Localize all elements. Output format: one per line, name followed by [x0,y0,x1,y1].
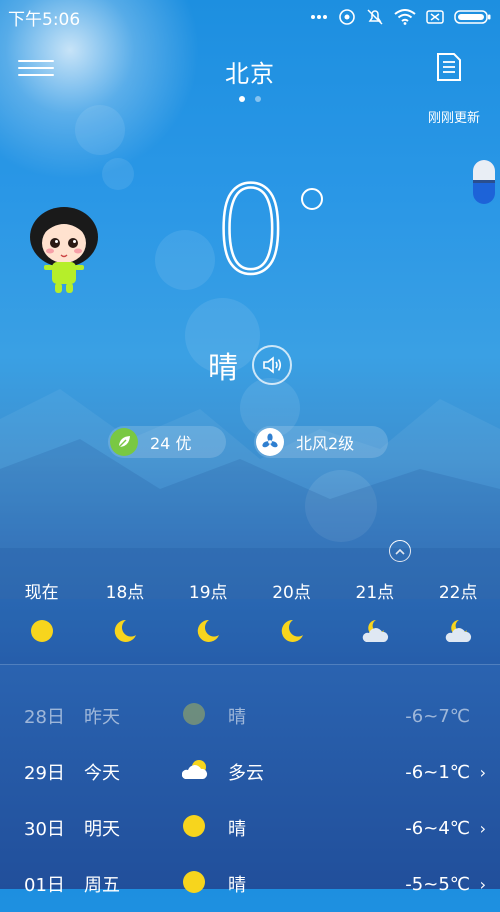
fan-icon [256,428,284,456]
aqi-value: 24 优 [150,434,192,453]
current-condition: 晴 [208,351,238,386]
chevron-right-icon: › [479,762,486,782]
speaker-button[interactable] [252,345,292,385]
sun-icon [182,814,206,843]
hour-item: 18点 [83,578,166,648]
hour-item: 19点 [167,578,250,648]
notification-dots-icon [310,14,328,20]
page-indicator [0,96,500,102]
daily-row[interactable]: 01日 周五 晴 -5~5℃ › [0,856,500,912]
battery-icon [454,9,492,25]
hour-item: 现在 [0,578,83,648]
no-sim-icon [426,10,444,24]
status-time: 下午5:06 [8,9,81,30]
hotspot-icon [338,8,356,26]
chevron-right-icon: › [479,818,486,838]
sun-icon [182,702,206,731]
wifi-icon [394,9,416,25]
moon-cloud-icon [416,618,499,648]
hour-item: 21点 [333,578,416,648]
news-icon[interactable] [436,52,462,82]
divider [0,664,500,665]
hour-item: 22点 [416,578,499,648]
status-bar: 下午5:06 [0,0,500,34]
moon-icon [83,618,166,648]
aqi-badge[interactable]: 24 优 [108,426,226,458]
daily-forecast: 28日 昨天 晴 -6~7℃ 29日 今天 多云 -6~1℃ › 30日 明天 … [0,688,500,912]
wind-badge[interactable]: 北风2级 [254,426,388,458]
partly-cloudy-icon [181,758,210,787]
speaker-icon [263,356,282,374]
sun-icon [182,870,206,899]
chevron-right-icon: › [479,874,486,894]
moon-cloud-icon [333,618,416,648]
current-temperature: 0 [212,162,291,301]
daily-row[interactable]: 30日 明天 晴 -6~4℃ › [0,800,500,856]
mute-bell-icon [366,8,384,26]
moon-icon [167,618,250,648]
hourly-forecast[interactable]: 现在 18点 19点 20点 21点 22点 [0,578,500,648]
sun-icon [0,618,83,648]
moon-icon [250,618,333,648]
daily-row[interactable]: 28日 昨天 晴 -6~7℃ [0,688,500,744]
wind-value: 北风2级 [296,434,355,453]
city-title[interactable]: 北京 [0,54,500,89]
update-status: 刚刚更新 [427,111,480,126]
hour-item: 20点 [250,578,333,648]
leaf-icon [110,428,138,456]
daily-row[interactable]: 29日 今天 多云 -6~1℃ › [0,744,500,800]
degree-icon [301,188,323,210]
